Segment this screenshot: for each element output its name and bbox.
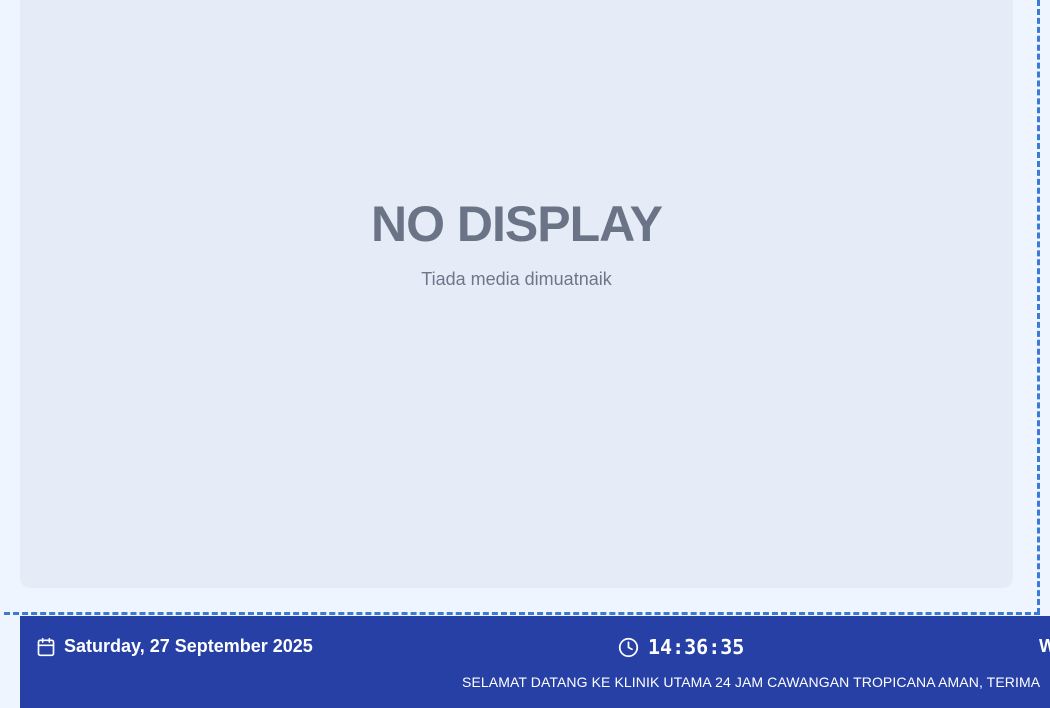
footer-clipped-text: W <box>1039 636 1050 656</box>
footer-bar: Saturday, 27 September 2025 14:36:35 W S… <box>20 616 1050 708</box>
clock-icon <box>618 637 639 658</box>
time-text: 14:36:35 <box>648 635 745 659</box>
display-screen: NO DISPLAY Tiada media dimuatnaik Saturd… <box>0 0 1050 708</box>
no-display-title: NO DISPLAY <box>370 196 663 252</box>
date-text: Saturday, 27 September 2025 <box>64 636 313 656</box>
dashed-border-right <box>1037 0 1040 614</box>
footer-date: Saturday, 27 September 2025 <box>36 636 313 657</box>
dashed-border-bottom <box>4 612 1040 615</box>
calendar-icon <box>36 637 56 657</box>
news-ticker: SELAMAT DATANG KE KLINIK UTAMA 24 JAM CA… <box>462 674 1041 690</box>
no-display-subtitle: Tiada media dimuatnaik <box>421 269 612 289</box>
media-panel: NO DISPLAY Tiada media dimuatnaik <box>20 0 1013 588</box>
footer-time: 14:36:35 <box>618 635 744 659</box>
